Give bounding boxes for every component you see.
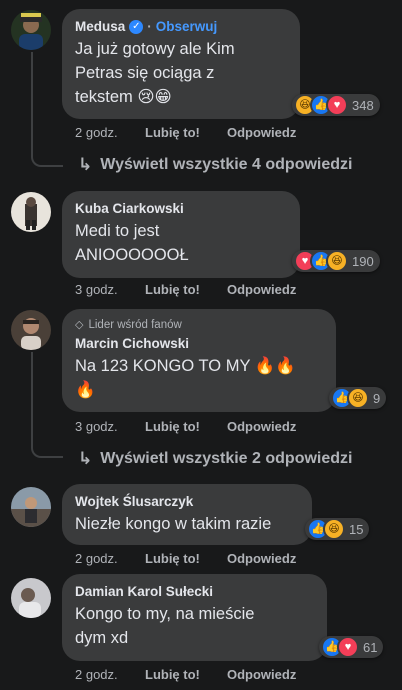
avatar-image [11,10,51,50]
comment-time[interactable]: 2 godz. [75,667,145,683]
comment-bubble: Damian Karol Sułecki Kongo to my, na mie… [62,574,327,661]
reply-arrow-icon: ↳ [78,449,93,468]
comment-text-line: dym xd [75,629,129,647]
comment-time[interactable]: 3 godz. [75,282,145,298]
comment-text: Niezłe kongo w takim razie [75,512,300,536]
view-replies-label: Wyświetl wszystkie 2 odpowiedzi [100,450,353,467]
fan-badge-label: Lider wśród fanów [88,319,182,331]
thread-line [31,352,33,448]
comment-text-line: 🔥 [75,381,96,399]
comment-author[interactable]: Kuba Ciarkowski [75,200,184,217]
like-button[interactable]: Lubię to! [145,125,227,141]
comment-author[interactable]: Wojtek Ślusarczyk [75,493,193,510]
comment-text: Na 123 KONGO TO MY 🔥🔥 🔥 [75,354,324,402]
reaction-summary[interactable]: 👍 😆 9 [329,387,387,409]
comment-bubble: ◇ Lider wśród fanów Marcin Cichowski Na … [62,309,336,412]
comment-text-line: ANIOOOOOOŁ [75,246,189,264]
avatar[interactable] [11,578,51,618]
thread-curve [31,444,63,458]
avatar-image [11,192,51,232]
comment-text: Kongo to my, na mieście dym xd [75,602,315,650]
reaction-summary[interactable]: ♥ 👍 😆 190 [292,250,380,272]
reaction-summary[interactable]: 👍 ♥ 61 [319,636,384,658]
avatar[interactable] [11,310,51,350]
comment-text: Medi to jest ANIOOOOOOŁ [75,219,288,267]
comment-author[interactable]: Damian Karol Sułecki [75,583,213,600]
reaction-summary[interactable]: 😆 👍 ♥ 348 [292,94,380,116]
comment-actions: 3 godz. Lubię to! Odpowiedz [75,419,296,435]
view-replies-link[interactable]: ↳ Wyświetl wszystkie 4 odpowiedzi [78,155,352,175]
thread-curve [31,153,63,167]
reply-arrow-icon: ↳ [78,155,93,174]
follow-button[interactable]: Obserwuj [156,18,218,35]
comment-actions: 2 godz. Lubię to! Odpowiedz [75,551,296,567]
diamond-icon: ◇ [75,319,84,331]
haha-reaction-icon: 😆 [323,518,345,540]
comment-bubble: Kuba Ciarkowski Medi to jest ANIOOOOOOŁ [62,191,300,278]
comment-bubble: Wojtek Ślusarczyk Niezłe kongo w takim r… [62,484,312,545]
reaction-count: 61 [363,639,378,655]
reply-button[interactable]: Odpowiedz [227,667,296,683]
comment-time[interactable]: 2 godz. [75,551,145,567]
thread-line [31,52,33,157]
comment-author[interactable]: Medusa [75,18,125,35]
view-replies-label: Wyświetl wszystkie 4 odpowiedzi [100,156,353,173]
avatar[interactable] [11,487,51,527]
reaction-count: 190 [352,253,374,269]
comment-bubble: Medusa ✓ · Obserwuj Ja już gotowy ale Ki… [62,9,300,119]
comment-text-line: Na 123 KONGO TO MY 🔥🔥 [75,357,296,375]
haha-reaction-icon: 😆 [326,250,348,272]
love-reaction-icon: ♥ [326,94,348,116]
comment-time[interactable]: 2 godz. [75,125,145,141]
comment-text: Ja już gotowy ale Kim Petras się ociąga … [75,37,288,109]
reply-button[interactable]: Odpowiedz [227,125,296,141]
reply-button[interactable]: Odpowiedz [227,551,296,567]
reply-button[interactable]: Odpowiedz [227,419,296,435]
comment-actions: 2 godz. Lubię to! Odpowiedz [75,125,296,141]
comment-text-line: Niezłe kongo w takim razie [75,515,272,533]
fan-badge: ◇ Lider wśród fanów [75,318,324,332]
comment-text-line: Petras się ociąga z [75,64,215,82]
love-reaction-icon: ♥ [337,636,359,658]
reaction-summary[interactable]: 👍 😆 15 [305,518,370,540]
comment-text-line: Kongo to my, na mieście [75,605,255,623]
view-replies-link[interactable]: ↳ Wyświetl wszystkie 2 odpowiedzi [78,449,352,469]
comment-text-line: Medi to jest [75,222,160,240]
like-button[interactable]: Lubię to! [145,551,227,567]
like-button[interactable]: Lubię to! [145,282,227,298]
like-button[interactable]: Lubię to! [145,419,227,435]
verified-badge-icon: ✓ [129,19,144,34]
avatar-image [11,578,51,618]
comment-time[interactable]: 3 godz. [75,419,145,435]
avatar-image [11,487,51,527]
haha-reaction-icon: 😆 [347,387,369,409]
reaction-count: 9 [373,390,381,406]
avatar[interactable] [11,192,51,232]
avatar-image [11,310,51,350]
separator-dot: · [147,19,152,34]
avatar[interactable] [11,10,51,50]
comment-text-line: tekstem 😢😁 [75,88,172,106]
comment-actions: 3 godz. Lubię to! Odpowiedz [75,282,296,298]
reaction-count: 15 [349,521,364,537]
comment-text-line: Ja już gotowy ale Kim [75,40,235,58]
reply-button[interactable]: Odpowiedz [227,282,296,298]
comment-actions: 2 godz. Lubię to! Odpowiedz [75,667,296,683]
comment-author[interactable]: Marcin Cichowski [75,335,189,352]
reaction-count: 348 [352,97,374,113]
like-button[interactable]: Lubię to! [145,667,227,683]
